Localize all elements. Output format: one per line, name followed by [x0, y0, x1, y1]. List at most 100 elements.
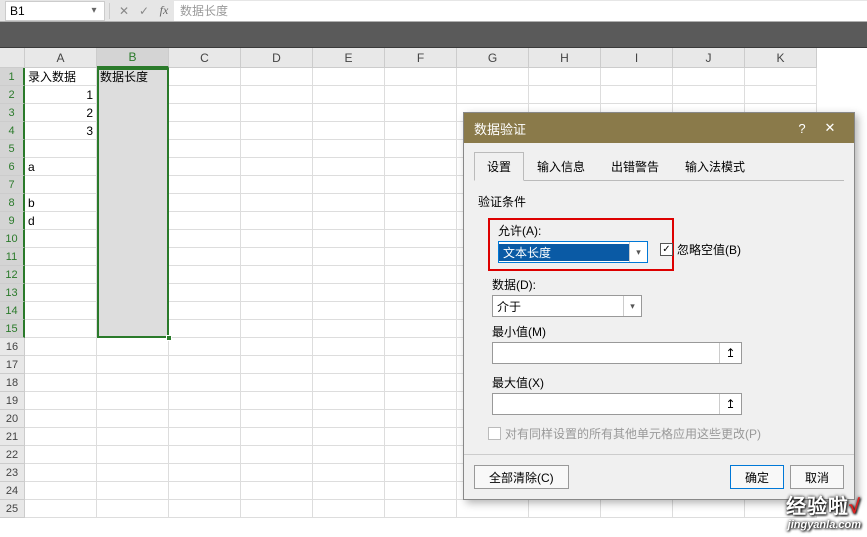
chevron-down-icon[interactable]: ▾ [623, 296, 641, 316]
row-header[interactable]: 23 [0, 464, 25, 482]
cell[interactable] [25, 248, 97, 266]
cell[interactable] [25, 356, 97, 374]
cell[interactable] [97, 266, 169, 284]
cell[interactable] [97, 158, 169, 176]
cell[interactable] [241, 410, 313, 428]
col-header-I[interactable]: I [601, 48, 673, 68]
cell[interactable] [313, 176, 385, 194]
cell[interactable] [97, 104, 169, 122]
cell[interactable] [97, 284, 169, 302]
cell[interactable] [169, 230, 241, 248]
cell[interactable]: 2 [25, 104, 97, 122]
help-icon[interactable]: ? [788, 116, 816, 140]
row-header[interactable]: 11 [0, 248, 25, 266]
row-header[interactable]: 16 [0, 338, 25, 356]
cell[interactable] [385, 410, 457, 428]
row-header[interactable]: 3 [0, 104, 25, 122]
cell[interactable] [169, 428, 241, 446]
cell[interactable] [169, 338, 241, 356]
cell[interactable] [385, 194, 457, 212]
row-header[interactable]: 1 [0, 68, 25, 86]
name-box-dropdown-icon[interactable]: ▾ [88, 5, 100, 16]
max-input[interactable]: ↥ [492, 393, 742, 415]
row-header[interactable]: 15 [0, 320, 25, 338]
cell[interactable] [97, 248, 169, 266]
row-header[interactable]: 19 [0, 392, 25, 410]
row-header[interactable]: 24 [0, 482, 25, 500]
cell[interactable] [457, 68, 529, 86]
allow-combo[interactable]: 文本长度 ▾ [498, 241, 648, 263]
tab-settings[interactable]: 设置 [474, 152, 524, 181]
cell[interactable] [169, 392, 241, 410]
cell[interactable] [97, 482, 169, 500]
cell[interactable] [313, 122, 385, 140]
row-header[interactable]: 18 [0, 374, 25, 392]
cell[interactable] [97, 194, 169, 212]
cell[interactable] [169, 482, 241, 500]
cell[interactable] [385, 122, 457, 140]
cell[interactable] [385, 176, 457, 194]
cell[interactable] [25, 464, 97, 482]
cell[interactable] [385, 140, 457, 158]
cell[interactable] [241, 158, 313, 176]
cell[interactable] [385, 500, 457, 518]
cell[interactable] [673, 86, 745, 104]
range-picker-icon[interactable]: ↥ [719, 394, 741, 414]
cell[interactable]: a [25, 158, 97, 176]
cell[interactable] [97, 140, 169, 158]
cell[interactable] [673, 68, 745, 86]
cell[interactable] [169, 374, 241, 392]
cell[interactable] [97, 410, 169, 428]
cell[interactable] [169, 500, 241, 518]
col-header-E[interactable]: E [313, 48, 385, 68]
cell[interactable] [385, 446, 457, 464]
row-header[interactable]: 8 [0, 194, 25, 212]
cancel-formula-icon[interactable]: ✕ [114, 1, 134, 21]
col-header-K[interactable]: K [745, 48, 817, 68]
data-combo[interactable]: 介于 ▾ [492, 295, 642, 317]
cell[interactable] [169, 194, 241, 212]
cell[interactable] [241, 86, 313, 104]
cell[interactable] [241, 140, 313, 158]
cell[interactable] [169, 86, 241, 104]
tab-input-message[interactable]: 输入信息 [524, 152, 598, 181]
cell[interactable] [385, 68, 457, 86]
cell[interactable] [169, 158, 241, 176]
selection-handle[interactable] [166, 335, 172, 341]
cell[interactable] [673, 500, 745, 518]
col-header-D[interactable]: D [241, 48, 313, 68]
cell[interactable] [313, 248, 385, 266]
cell[interactable] [241, 320, 313, 338]
cell[interactable] [385, 230, 457, 248]
cell[interactable] [169, 122, 241, 140]
cell[interactable] [241, 194, 313, 212]
close-icon[interactable]: ✕ [816, 116, 844, 140]
cell[interactable] [169, 266, 241, 284]
cell[interactable] [241, 356, 313, 374]
cell[interactable] [241, 266, 313, 284]
cell[interactable] [241, 428, 313, 446]
cell[interactable] [313, 482, 385, 500]
cell[interactable] [313, 194, 385, 212]
cell[interactable] [169, 284, 241, 302]
cell[interactable] [25, 320, 97, 338]
cell[interactable] [25, 338, 97, 356]
cell[interactable] [97, 392, 169, 410]
cell[interactable]: d [25, 212, 97, 230]
cell[interactable] [97, 446, 169, 464]
clear-all-button[interactable]: 全部清除(C) [474, 465, 569, 489]
tab-error-alert[interactable]: 出错警告 [598, 152, 672, 181]
row-header[interactable]: 25 [0, 500, 25, 518]
dialog-titlebar[interactable]: 数据验证 ? ✕ [464, 113, 854, 143]
cell[interactable] [601, 500, 673, 518]
range-picker-icon[interactable]: ↥ [719, 343, 741, 363]
cell[interactable] [25, 410, 97, 428]
cell[interactable] [313, 446, 385, 464]
row-header[interactable]: 12 [0, 266, 25, 284]
cell[interactable] [169, 302, 241, 320]
cell[interactable] [25, 140, 97, 158]
cell[interactable] [529, 86, 601, 104]
row-header[interactable]: 22 [0, 446, 25, 464]
cell[interactable] [313, 86, 385, 104]
fx-icon[interactable]: fx [154, 1, 174, 21]
